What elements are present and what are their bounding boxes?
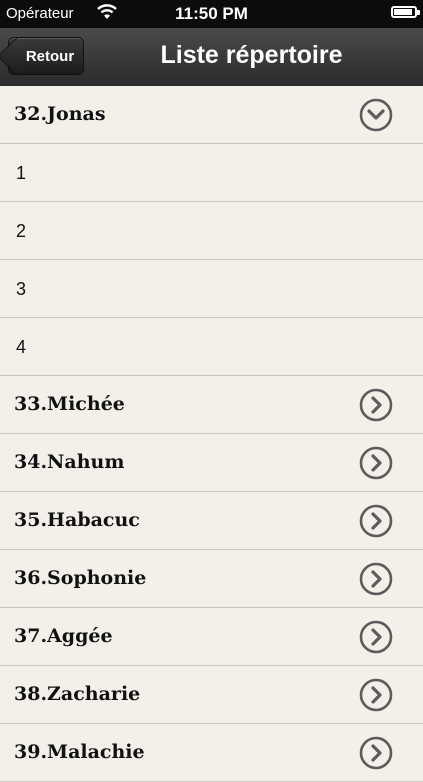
list-item-label: 38.Zacharie [14,683,141,705]
list-item-label: 34.Nahum [14,451,125,473]
list-item-label: 33.Michée [14,393,125,415]
list-item[interactable]: 38.Zacharie [0,666,423,724]
list-item[interactable]: 36.Sophonie [0,550,423,608]
chevron-right-circle-icon[interactable] [359,562,393,596]
list-item[interactable]: 39.Malachie [0,724,423,782]
list-item[interactable]: 33.Michée [0,376,423,434]
list-item-label: 35.Habacuc [14,509,140,531]
list-item-label: 4 [16,337,27,357]
list-item[interactable]: 32.Jonas [0,86,423,144]
chevron-down-circle-icon[interactable] [359,98,393,132]
back-button-label: Retour [25,47,75,65]
chevron-right-circle-icon[interactable] [359,620,393,654]
list-item-label: 1 [16,163,27,183]
list-item-label: 39.Malachie [14,741,145,763]
clock: 11:50 PM [175,4,248,23]
status-bar: Opérateur 11:50 PM [0,0,423,28]
list-item-label: 32.Jonas [14,103,106,125]
page-title: Liste répertoire [160,41,343,69]
sub-list-item[interactable]: 1 [0,144,423,202]
chevron-right-circle-icon[interactable] [359,736,393,770]
sub-list-item[interactable]: 3 [0,260,423,318]
back-button[interactable]: Retour [0,37,84,76]
list-item[interactable]: 35.Habacuc [0,492,423,550]
sub-list-item[interactable]: 4 [0,318,423,376]
chevron-right-circle-icon[interactable] [359,446,393,480]
chevron-right-circle-icon[interactable] [359,504,393,538]
list-item-label: 36.Sophonie [14,567,147,589]
list-item[interactable]: 34.Nahum [0,434,423,492]
chevron-right-circle-icon[interactable] [359,678,393,712]
directory-list: 32.Jonas 1 2 3 4 33.Michée 34.Nahum 35.Habacuc 3… [0,86,423,782]
battery-icon [391,6,420,18]
list-item-label: 3 [16,279,27,299]
list-item-label: 2 [16,221,27,241]
navigation-bar: Retour Liste répertoire [0,28,423,87]
sub-list-item[interactable]: 2 [0,202,423,260]
list-item-label: 37.Aggée [14,625,113,647]
chevron-right-circle-icon[interactable] [359,388,393,422]
list-item[interactable]: 37.Aggée [0,608,423,666]
